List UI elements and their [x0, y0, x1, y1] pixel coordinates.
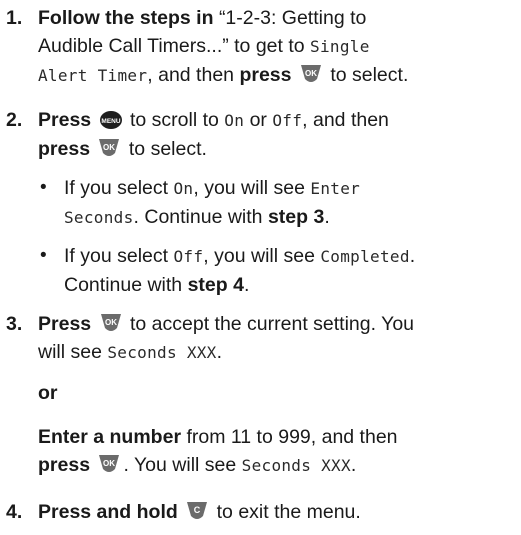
- step-action: Follow the steps in: [38, 7, 214, 29]
- period: .: [350, 454, 357, 476]
- bullet-post: Continue with: [64, 274, 183, 296]
- clear-key-icon: C: [185, 500, 209, 522]
- svg-text:OK: OK: [305, 69, 317, 78]
- step-ref: step 3: [267, 206, 325, 228]
- exit-text: to exit the menu.: [216, 501, 361, 523]
- select-text: to select.: [128, 138, 207, 160]
- step-ref: step 4: [187, 274, 244, 296]
- bullet-mid: , you will see: [193, 177, 305, 199]
- or-text: or: [38, 382, 58, 404]
- step-number: 1.: [6, 7, 23, 29]
- lcd-enter: Enter: [310, 179, 361, 198]
- press-text: Press: [38, 313, 92, 335]
- quote-text-cont: Audible Call Timers...” to get to: [38, 35, 305, 57]
- range-text: from 11 to 999, and then: [186, 426, 398, 448]
- will-see-text: . You will see: [123, 454, 237, 476]
- bullet-end: .: [243, 274, 250, 296]
- step-text: Follow the steps in “1-2-3: Getting to A…: [38, 4, 518, 90]
- scroll-text: to scroll to: [129, 109, 219, 131]
- bullet-end: .: [409, 245, 416, 267]
- lcd-menu-name: Single: [310, 37, 370, 56]
- bullet-mid: , you will see: [203, 245, 315, 267]
- bullet-text: If you select Off, you will see Complete…: [64, 242, 519, 299]
- accept-text: to accept the current setting. You: [129, 313, 415, 335]
- press-hold-text: Press and hold: [38, 501, 178, 523]
- press-text: press: [38, 454, 91, 476]
- and-then-text: , and then: [147, 64, 235, 86]
- svg-text:C: C: [194, 505, 201, 515]
- bullet-pre: If you select: [64, 177, 169, 199]
- press-text: press: [38, 138, 91, 160]
- bullet-icon: •: [40, 245, 47, 266]
- lcd-off: Off: [173, 247, 204, 266]
- ok-key-icon: OK: [99, 312, 123, 334]
- step-text: Press MENU to scroll to On or Off, and t…: [38, 106, 518, 163]
- instructions-document: 1. Follow the steps in “1-2-3: Getting t…: [0, 0, 521, 535]
- step-text: Press and hold C to exit the menu.: [38, 498, 518, 526]
- enter-number-text: Enter a number: [38, 426, 182, 448]
- ok-key-icon: OK: [97, 453, 121, 475]
- svg-text:OK: OK: [105, 318, 117, 327]
- svg-text:OK: OK: [103, 143, 115, 152]
- lcd-seconds: Seconds: [64, 208, 134, 227]
- quote-text: “1-2-3: Getting to: [218, 7, 367, 29]
- step-number: 3.: [6, 313, 23, 335]
- menu-key-icon: MENU: [99, 110, 123, 130]
- lcd-menu-name-cont: Alert Timer: [38, 66, 148, 85]
- step-number: 2.: [6, 109, 23, 131]
- svg-text:OK: OK: [103, 459, 115, 468]
- period: .: [216, 341, 223, 363]
- bullet-text: If you select On, you will see Enter Sec…: [64, 174, 519, 232]
- lcd-on: On: [224, 111, 245, 130]
- select-text: to select.: [330, 64, 409, 86]
- step-number: 4.: [6, 501, 23, 523]
- ok-key-icon: OK: [299, 63, 323, 85]
- and-then-text: , and then: [302, 109, 389, 131]
- step-text: Press OK to accept the current setting. …: [38, 310, 518, 480]
- lcd-on: On: [173, 179, 194, 198]
- will-see-text: will see: [38, 341, 102, 363]
- press-text: Press: [38, 109, 92, 131]
- bullet-pre: If you select: [64, 245, 169, 267]
- lcd-completed: Completed: [320, 247, 410, 266]
- lcd-seconds-xxx: Seconds XXX: [107, 343, 217, 362]
- bullet-icon: •: [40, 177, 47, 198]
- svg-text:MENU: MENU: [101, 118, 120, 125]
- press-text: press: [239, 64, 292, 86]
- bullet-post: . Continue with: [133, 206, 263, 228]
- lcd-off: Off: [272, 111, 303, 130]
- bullet-end: .: [324, 206, 330, 228]
- ok-key-icon: OK: [97, 137, 121, 159]
- or-text: or: [249, 109, 267, 131]
- lcd-seconds-xxx: Seconds XXX: [241, 456, 351, 475]
